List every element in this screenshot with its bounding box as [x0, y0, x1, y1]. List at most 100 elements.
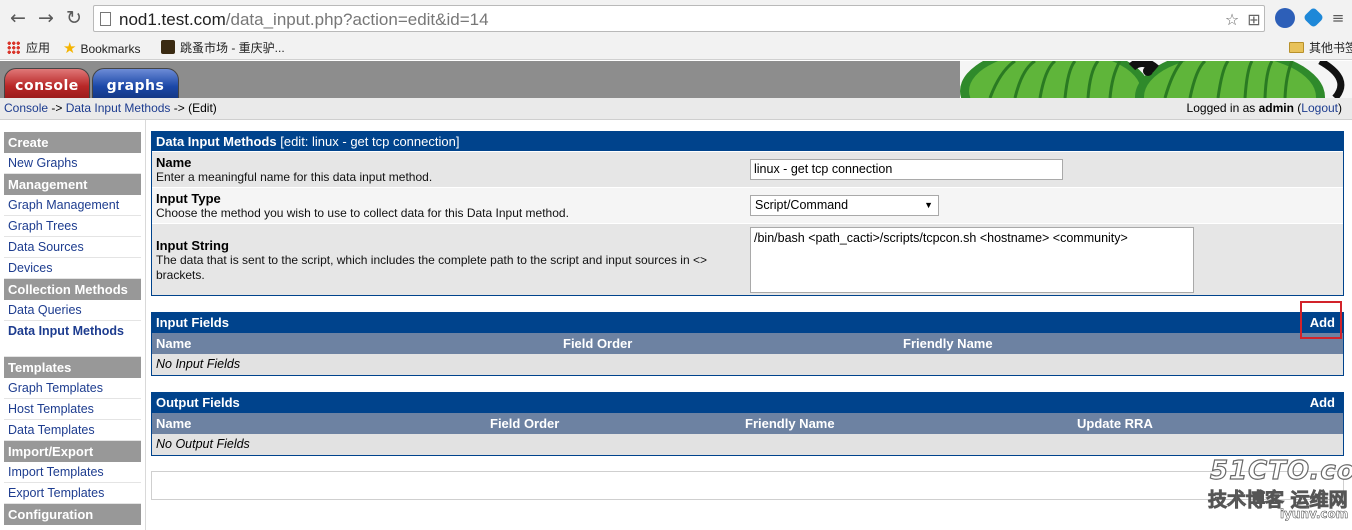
input-string-label: Input String	[156, 238, 229, 253]
column-friendly-name: Friendly Name	[903, 336, 993, 351]
bookmark-apps-label: 应用	[26, 41, 51, 55]
name-description: Enter a meaningful name for this data in…	[156, 170, 433, 184]
sidebar-item-graph-trees[interactable]: Graph Trees	[4, 216, 141, 237]
breadcrumb-separator: ->	[48, 101, 66, 115]
cacti-header	[0, 61, 1352, 98]
bookmark-apps[interactable]: 应用	[7, 39, 50, 57]
bookmark-bookmarks[interactable]: ★ Bookmarks	[63, 39, 140, 57]
sidebar-item-graph-management[interactable]: Graph Management	[4, 195, 141, 216]
column-field-order: Field Order	[563, 336, 633, 351]
star-icon: ★	[63, 39, 77, 57]
sidebar-section-collection-methods: Collection Methods	[4, 279, 141, 300]
input-fields-header: Input Fields Add	[152, 313, 1343, 333]
logout-link[interactable]: Logout	[1301, 101, 1338, 115]
output-fields-table: Output Fields Add Name Field Order Frien…	[151, 392, 1344, 456]
translate-icon[interactable]: ⊞	[1244, 10, 1264, 30]
breadcrumb-separator: ->	[170, 101, 189, 115]
watermark-line3: iyunv.com	[1280, 507, 1349, 522]
name-input[interactable]: linux - get tcp connection	[750, 159, 1063, 180]
output-fields-empty-row: No Output Fields	[152, 434, 1343, 455]
sidebar-section-import-export: Import/Export	[4, 441, 141, 462]
cactus-logo-image	[960, 61, 1352, 98]
browser-toolbar: ← → ↻ nod1.test.com/data_input.php?actio…	[0, 0, 1352, 36]
input-type-value: Script/Command	[755, 198, 849, 212]
extension-shield-icon[interactable]	[1302, 6, 1325, 29]
input-type-label: Input Type	[156, 191, 221, 206]
name-label: Name	[156, 155, 192, 170]
form-save-bar	[151, 471, 1344, 500]
input-fields-column-headers: Name Field Order Friendly Name	[152, 333, 1343, 354]
breadcrumb-data-input-methods-link[interactable]: Data Input Methods	[66, 101, 171, 115]
sidebar-item-new-graphs[interactable]: New Graphs	[4, 153, 141, 174]
forward-arrow-icon[interactable]: →	[34, 6, 58, 30]
form-row-input-type: Input Type Choose the method you wish to…	[152, 187, 1343, 223]
sidebar-item-devices[interactable]: Devices	[4, 258, 141, 279]
reload-icon[interactable]: ↻	[62, 6, 86, 30]
breadcrumb-current: (Edit)	[188, 101, 217, 115]
input-string-textarea[interactable]: /bin/bash <path_cacti>/scripts/tcpcon.sh…	[750, 227, 1194, 293]
breadcrumb-bar: Console -> Data Input Methods -> (Edit) …	[0, 98, 1352, 120]
sidebar-item-data-input-methods[interactable]: Data Input Methods	[4, 321, 141, 357]
input-fields-table: Input Fields Add Name Field Order Friend…	[151, 312, 1344, 376]
column-friendly-name: Friendly Name	[745, 416, 835, 431]
column-update-rra: Update RRA	[1077, 416, 1153, 431]
sidebar-item-host-templates[interactable]: Host Templates	[4, 399, 141, 420]
sidebar-item-graph-templates[interactable]: Graph Templates	[4, 378, 141, 399]
apps-grid-icon	[7, 41, 20, 54]
login-username: admin	[1258, 101, 1294, 115]
sidebar-section-configuration: Configuration	[4, 504, 141, 525]
extension-globe-icon[interactable]	[1275, 8, 1295, 28]
address-url: nod1.test.com/data_input.php?action=edit…	[119, 10, 489, 29]
form-title: Data Input Methods	[156, 134, 277, 149]
sidebar-item-data-queries[interactable]: Data Queries	[4, 300, 141, 321]
form-subtitle: [edit: linux - get tcp connection]	[280, 134, 460, 149]
input-fields-empty-row: No Input Fields	[152, 354, 1343, 375]
output-fields-add-link[interactable]: Add	[1310, 393, 1335, 413]
sidebar-section-management: Management	[4, 174, 141, 195]
watermark-line1: 51CTO.com	[1209, 455, 1352, 486]
bookmarks-bar: 应用 ★ Bookmarks 跳蚤市场 - 重庆驴... 其他书签	[0, 36, 1352, 60]
data-input-method-form: Data Input Methods [edit: linux - get tc…	[151, 131, 1344, 296]
bookmark-other[interactable]: 其他书签	[1289, 39, 1352, 57]
sidebar-item-import-templates[interactable]: Import Templates	[4, 462, 141, 483]
input-type-select[interactable]: Script/Command ▼	[750, 195, 939, 216]
login-paren-close: )	[1338, 101, 1342, 115]
login-info: Logged in as admin (Logout)	[1187, 98, 1342, 119]
menu-icon[interactable]: ≡	[1326, 6, 1350, 30]
column-name: Name	[156, 416, 192, 431]
add-highlight-annotation	[1300, 301, 1342, 339]
sidebar-item-data-templates[interactable]: Data Templates	[4, 420, 141, 441]
page-icon	[100, 12, 111, 26]
bookmark-site[interactable]: 跳蚤市场 - 重庆驴...	[161, 39, 285, 57]
breadcrumb: Console -> Data Input Methods -> (Edit)	[4, 98, 217, 119]
chevron-down-icon: ▼	[924, 200, 933, 210]
tab-console[interactable]: console	[4, 68, 90, 98]
input-type-description: Choose the method you wish to use to col…	[156, 206, 569, 220]
star-icon[interactable]: ☆	[1222, 10, 1242, 30]
tab-graphs[interactable]: graphs	[92, 68, 179, 98]
breadcrumb-console-link[interactable]: Console	[4, 101, 48, 115]
url-host: nod1.test.com	[119, 10, 226, 29]
sidebar-item-export-templates[interactable]: Export Templates	[4, 483, 141, 504]
input-fields-title: Input Fields	[156, 315, 229, 330]
site-favicon-icon	[161, 40, 175, 54]
back-arrow-icon[interactable]: ←	[6, 6, 30, 30]
sidebar-divider	[145, 120, 146, 530]
watermark: 51CTO.com 技术博客 运维网 iyunv.com	[1208, 455, 1352, 530]
column-name: Name	[156, 336, 192, 351]
form-header: Data Input Methods [edit: linux - get tc…	[152, 132, 1343, 151]
sidebar-item-data-sources[interactable]: Data Sources	[4, 237, 141, 258]
form-row-name: Name Enter a meaningful name for this da…	[152, 151, 1343, 187]
login-prefix: Logged in as	[1186, 101, 1259, 115]
address-bar[interactable]: nod1.test.com/data_input.php?action=edit…	[93, 5, 1265, 32]
folder-icon	[1289, 42, 1304, 53]
bookmark-site-label: 跳蚤市场 - 重庆驴...	[180, 41, 285, 55]
output-fields-title: Output Fields	[156, 395, 240, 410]
column-field-order: Field Order	[490, 416, 560, 431]
output-fields-column-headers: Name Field Order Friendly Name Update RR…	[152, 413, 1343, 434]
sidebar: Create New Graphs Management Graph Manag…	[4, 132, 141, 525]
sidebar-section-templates: Templates	[4, 357, 141, 378]
input-string-description: The data that is sent to the script, whi…	[156, 253, 707, 282]
bookmark-other-label: 其他书签	[1309, 41, 1352, 55]
cactus-illustration	[960, 61, 1352, 98]
